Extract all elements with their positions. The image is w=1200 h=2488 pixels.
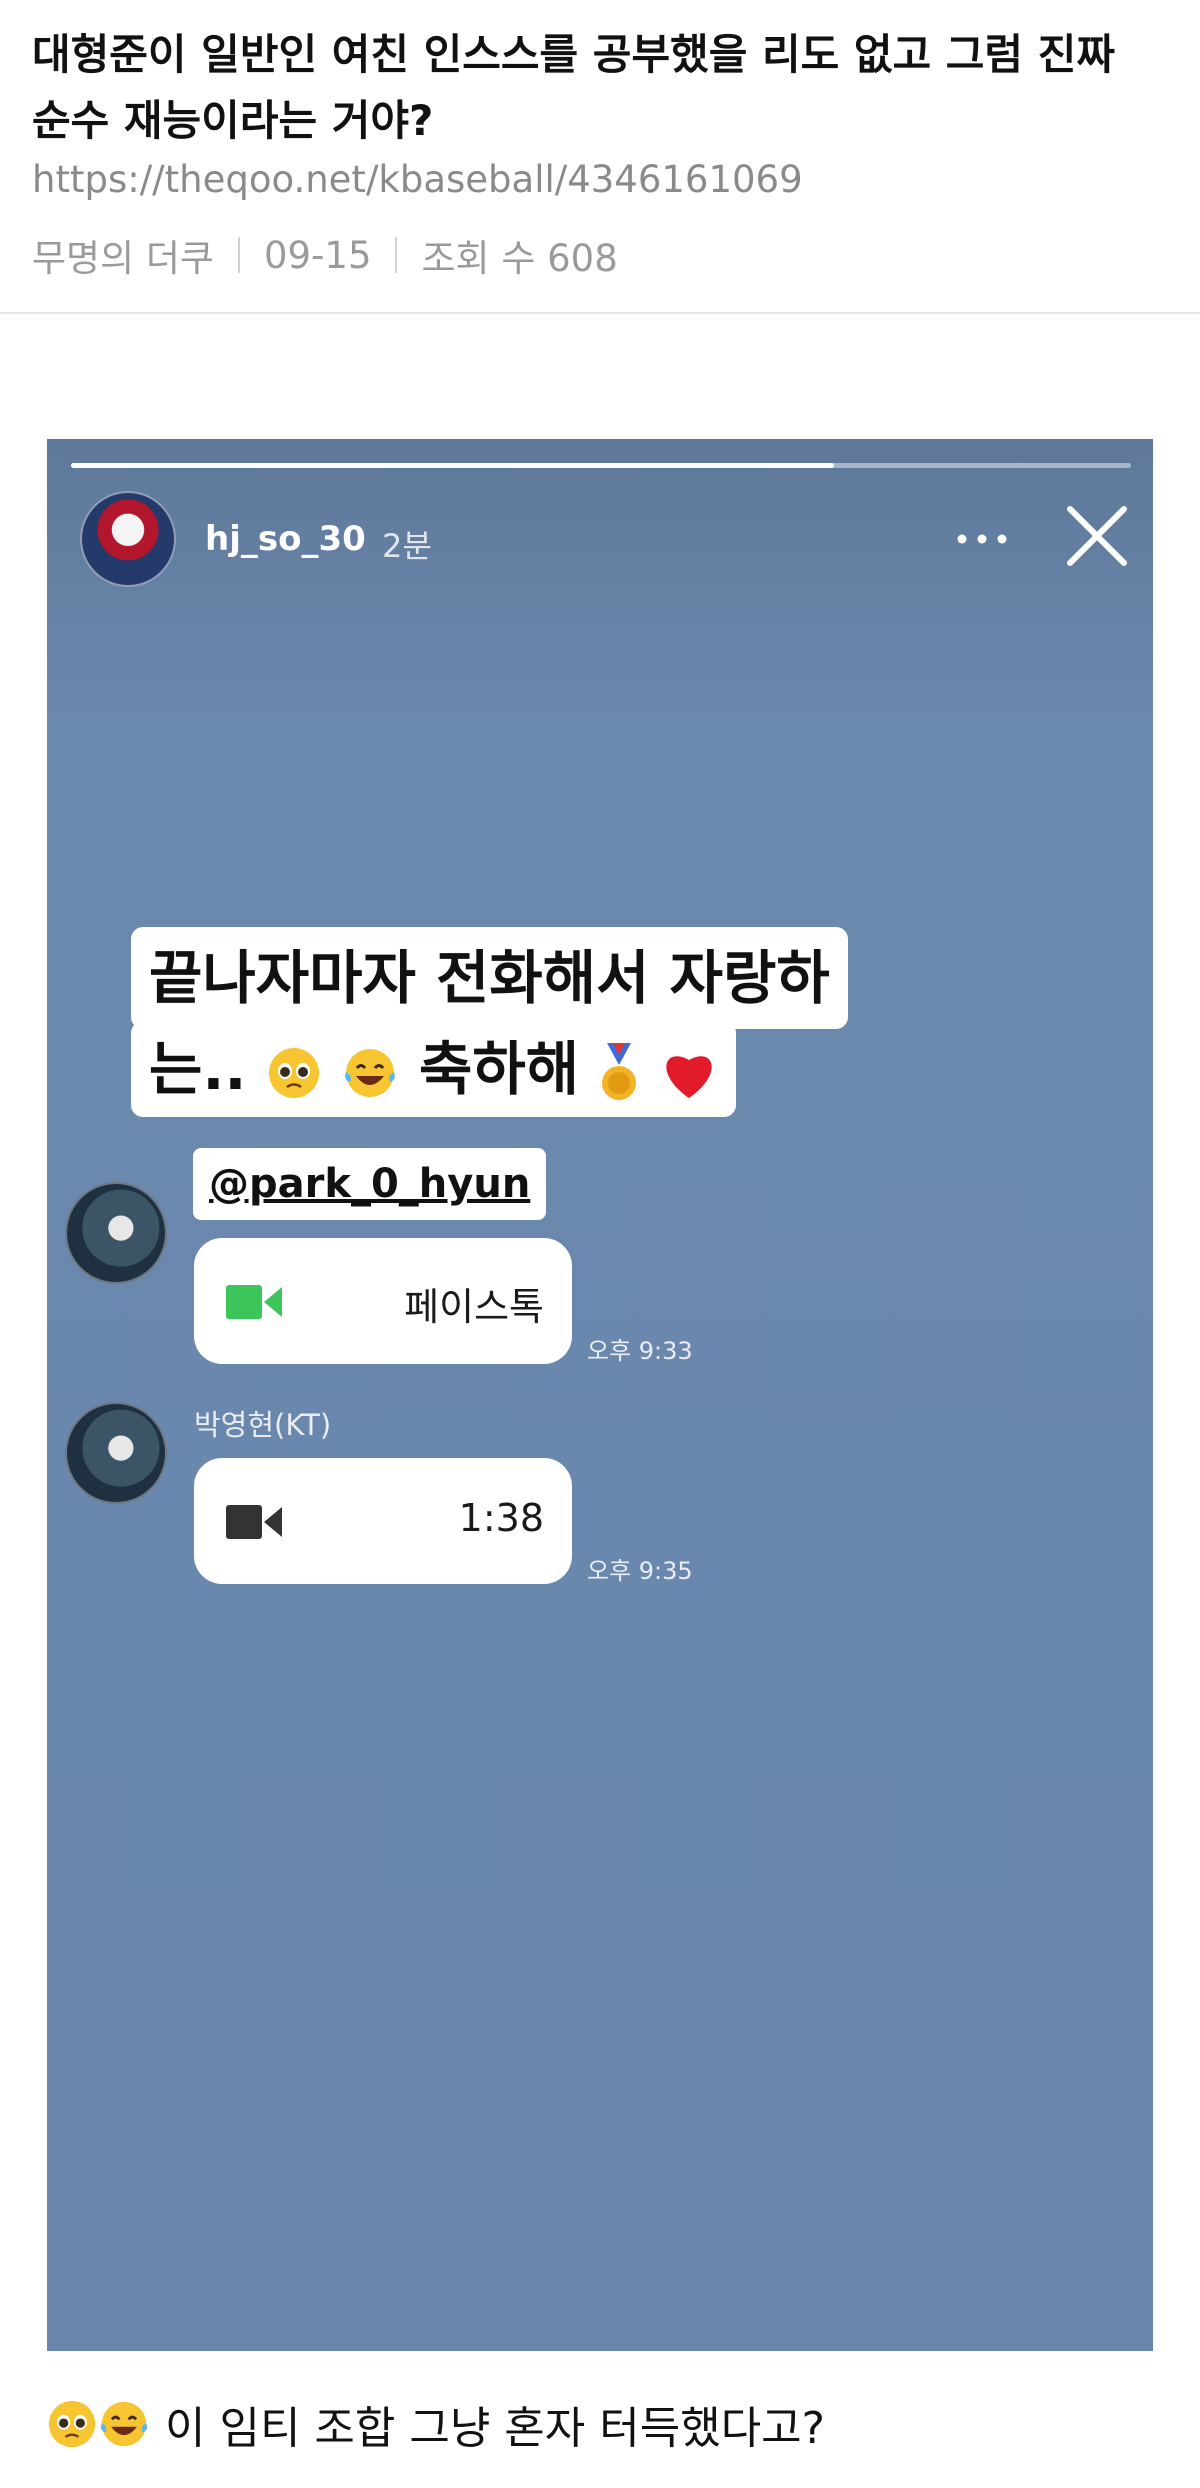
call-bubble: 1:38 [194, 1458, 572, 1584]
sender-name: 박영현(KT) [194, 1408, 332, 1442]
video-camera-icon [226, 1505, 282, 1539]
facetalk-bubble: 페이스톡 [194, 1238, 572, 1364]
chat-avatar [65, 1402, 167, 1504]
video-camera-icon [226, 1285, 282, 1319]
tears-of-joy-icon [344, 1048, 395, 1097]
story-caption-line-2: 는.. 축하해 [131, 1021, 736, 1117]
call-duration: 1:38 [458, 1496, 544, 1540]
message-time: 오후 9:35 [587, 1557, 693, 1585]
post-views: 조회 수 608 [421, 237, 618, 280]
meta-divider [395, 237, 398, 273]
story-caption-line-1: 끝나자마자 전화해서 자랑하 [131, 927, 848, 1029]
red-heart-icon [665, 1056, 712, 1098]
story-progress-bar [71, 463, 1131, 468]
story-time-ago: 2분 [382, 527, 432, 565]
story-progress-fill [71, 463, 835, 468]
post-body-text: 이 임티 조합 그냥 혼자 터득했다고? [47, 2392, 825, 2456]
post-date: 09-15 [263, 233, 372, 277]
pleading-face-icon [48, 2400, 96, 2448]
story-user-avatar[interactable] [80, 491, 176, 587]
caption-text-1: 끝나자마자 전화해서 자랑하 [149, 944, 830, 1012]
gold-medal-icon [602, 1042, 637, 1100]
tears-of-joy-icon [100, 2401, 148, 2447]
post-meta: 무명의 더쿠 09-15 조회 수 608 [32, 228, 618, 282]
story-screenshot: hj_so_30 2분 끝나자마자 전화해서 자랑하 는.. 축하해 @park… [47, 439, 1153, 2351]
caption-text-2: 축하해 [419, 1035, 580, 1103]
caption-text-2-prefix: 는.. [149, 1035, 247, 1103]
close-icon[interactable] [1062, 501, 1132, 571]
post-title: 대형준이 일반인 여친 인스스를 공부했을 리도 없고 그럼 진짜 순수 재능이… [32, 30, 1115, 145]
more-icon[interactable] [952, 527, 1012, 551]
meta-divider [237, 237, 240, 273]
post-url-link[interactable]: https://theqoo.net/kbaseball/4346161069 [32, 158, 803, 201]
post-header: 대형준이 일반인 여친 인스스를 공부했을 리도 없고 그럼 진짜 순수 재능이… [0, 0, 1200, 314]
mention-tag[interactable]: @park_0_hyun [193, 1148, 547, 1220]
footer-text: 이 임티 조합 그냥 혼자 터득했다고? [165, 2403, 826, 2454]
story-username[interactable]: hj_so_30 [205, 519, 366, 559]
post-author: 무명의 더쿠 [32, 237, 214, 280]
message-time: 오후 9:33 [587, 1337, 693, 1365]
message-label: 페이스톡 [404, 1285, 544, 1329]
chat-avatar [65, 1182, 167, 1284]
pleading-face-icon [268, 1047, 319, 1098]
